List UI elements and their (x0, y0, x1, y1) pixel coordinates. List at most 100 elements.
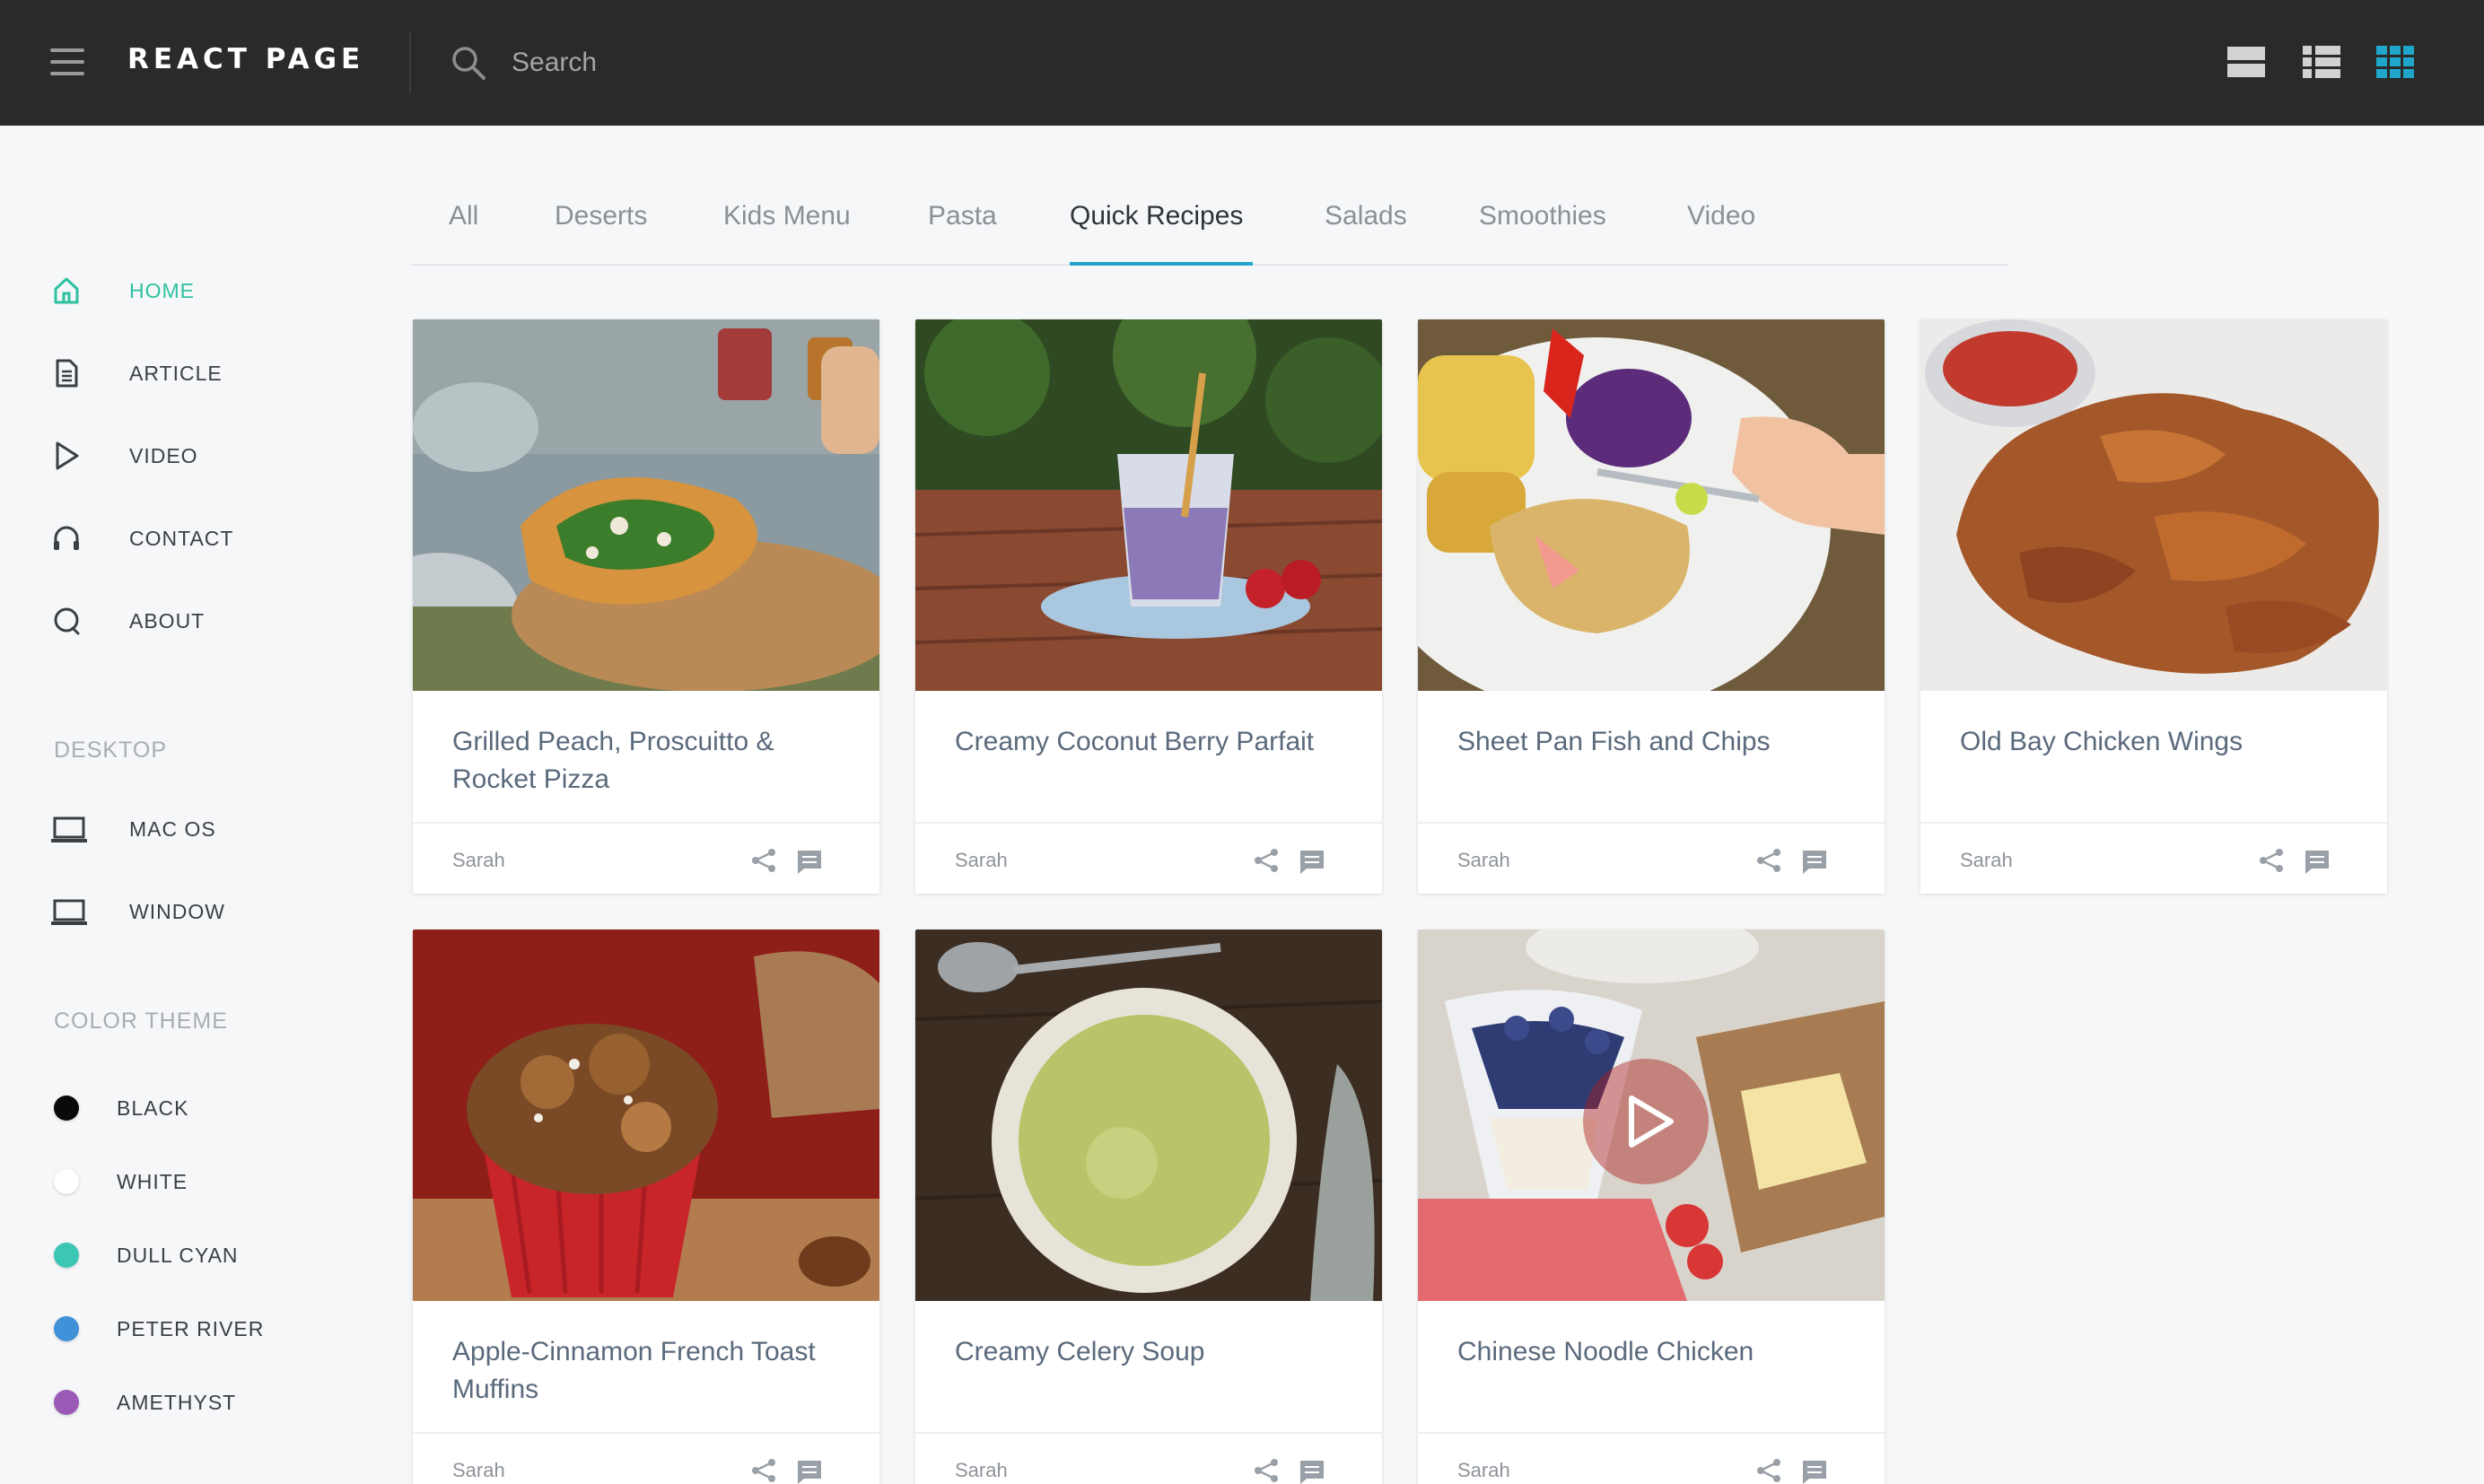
sidebar-item-label: HOME (129, 278, 195, 302)
comment-icon[interactable] (795, 847, 824, 876)
sidebar-item-label: VIDEO (129, 443, 198, 467)
recipe-image (413, 319, 879, 691)
card-divider (1418, 1432, 1885, 1434)
theme-option-black[interactable]: BLACK (54, 1086, 359, 1130)
recipe-title: Creamy Celery Soup (955, 1337, 1205, 1366)
recipe-title: Sheet Pan Fish and Chips (1457, 727, 1771, 756)
sidebar-heading-desktop: DESKTOP (54, 738, 168, 763)
sidebar-item-label: ABOUT (129, 608, 206, 633)
card-divider (1418, 822, 1885, 824)
comment-icon[interactable] (1298, 847, 1326, 876)
tab-all[interactable]: All (449, 201, 478, 231)
recipe-image (1920, 319, 2387, 691)
recipe-image (1418, 319, 1885, 691)
theme-option-label: AMETHYST (117, 1390, 237, 1414)
tab-smoothies[interactable]: Smoothies (1479, 201, 1606, 231)
sidebar-heading-color-theme: COLOR THEME (54, 1008, 228, 1034)
active-tab-indicator (1070, 262, 1253, 266)
sidebar-item-mac-os[interactable]: MAC OS (50, 802, 355, 856)
search-input[interactable] (512, 39, 1050, 86)
video-play-overlay[interactable] (1583, 1059, 1709, 1184)
card-view-icon[interactable] (2227, 45, 2265, 79)
theme-option-label: WHITE (117, 1169, 188, 1193)
color-swatch (54, 1096, 79, 1121)
sidebar-item-label: CONTACT (129, 526, 234, 550)
comment-icon[interactable] (1298, 1457, 1326, 1484)
tab-pasta[interactable]: Pasta (928, 201, 997, 231)
color-swatch (54, 1316, 79, 1341)
laptop-icon (51, 899, 87, 925)
recipe-title: Grilled Peach, Proscuitto & Rocket Pizza (452, 727, 774, 794)
recipe-author: Sarah (1457, 1459, 1510, 1481)
color-swatch (54, 1390, 79, 1415)
recipe-card[interactable]: Grilled Peach, Proscuitto & Rocket Pizza… (413, 319, 879, 894)
tab-kids-menu[interactable]: Kids Menu (723, 201, 851, 231)
tab-deserts[interactable]: Deserts (555, 201, 647, 231)
recipe-title: Creamy Coconut Berry Parfait (955, 727, 1315, 756)
chat-bubble-icon (54, 607, 80, 635)
recipe-card[interactable]: Apple-Cinnamon French Toast Muffins Sara… (413, 930, 879, 1484)
recipe-author: Sarah (452, 1459, 505, 1481)
comment-icon[interactable] (795, 1457, 824, 1484)
top-app-bar: REACT PAGE (0, 0, 2484, 126)
laptop-icon (51, 816, 87, 842)
recipe-card[interactable]: Old Bay Chicken Wings Sarah (1920, 319, 2387, 894)
grid-view-icon[interactable] (2376, 45, 2414, 79)
tab-quick-recipes[interactable]: Quick Recipes (1070, 201, 1243, 231)
theme-option-label: DULL CYAN (117, 1243, 239, 1267)
recipe-author: Sarah (955, 1459, 1008, 1481)
recipe-image (915, 930, 1382, 1301)
recipe-card[interactable]: Sheet Pan Fish and Chips Sarah (1418, 319, 1885, 894)
recipe-image (915, 319, 1382, 691)
recipe-title: Apple-Cinnamon French Toast Muffins (452, 1337, 816, 1404)
sidebar-item-article[interactable]: ARTICLE (50, 346, 355, 400)
category-tabs: All Deserts Kids Menu Pasta Quick Recipe… (411, 179, 2008, 266)
tab-salads[interactable]: Salads (1325, 201, 1407, 231)
card-divider (413, 1432, 879, 1434)
sidebar-item-home[interactable]: HOME (50, 264, 355, 318)
recipe-author: Sarah (1960, 849, 2013, 871)
recipe-author: Sarah (452, 849, 505, 871)
comment-icon[interactable] (1800, 1457, 1829, 1484)
recipe-card[interactable]: Creamy Coconut Berry Parfait Sarah (915, 319, 1382, 894)
headphones-icon (54, 526, 79, 550)
search-icon (452, 47, 485, 80)
share-icon[interactable] (748, 845, 779, 876)
card-divider (1920, 822, 2387, 824)
topbar-divider (409, 32, 411, 93)
card-divider (413, 822, 879, 824)
share-icon[interactable] (1251, 1455, 1281, 1484)
recipe-image (413, 930, 879, 1301)
card-divider (915, 822, 1382, 824)
comment-icon[interactable] (1800, 847, 1829, 876)
share-icon[interactable] (1754, 845, 1784, 876)
theme-option-peter-river[interactable]: PETER RIVER (54, 1306, 359, 1351)
menu-icon[interactable] (50, 48, 84, 75)
recipe-card[interactable]: Creamy Celery Soup Sarah (915, 930, 1382, 1484)
share-icon[interactable] (1251, 845, 1281, 876)
sidebar-item-window[interactable]: WINDOW (50, 885, 355, 938)
tab-video[interactable]: Video (1687, 201, 1755, 231)
share-icon[interactable] (1754, 1455, 1784, 1484)
theme-option-label: BLACK (117, 1096, 189, 1120)
app-title: REACT PAGE (127, 43, 365, 75)
sidebar-item-about[interactable]: ABOUT (50, 594, 355, 648)
theme-option-dull-cyan[interactable]: DULL CYAN (54, 1233, 359, 1278)
document-icon (56, 359, 78, 388)
play-icon (56, 441, 79, 470)
home-icon (54, 277, 79, 304)
color-swatch (54, 1243, 79, 1268)
list-view-icon[interactable] (2303, 45, 2340, 79)
sidebar-item-contact[interactable]: CONTACT (50, 511, 355, 565)
recipe-author: Sarah (1457, 849, 1510, 871)
sidebar-item-label: ARTICLE (129, 361, 223, 385)
theme-option-amethyst[interactable]: AMETHYST (54, 1380, 359, 1425)
sidebar-item-video[interactable]: VIDEO (50, 429, 355, 483)
share-icon[interactable] (2256, 845, 2287, 876)
card-divider (915, 1432, 1382, 1434)
comment-icon[interactable] (2303, 847, 2331, 876)
sidebar-item-label: WINDOW (129, 899, 225, 923)
theme-option-white[interactable]: WHITE (54, 1159, 359, 1204)
recipe-card[interactable]: Chinese Noodle Chicken Sarah (1418, 930, 1885, 1484)
share-icon[interactable] (748, 1455, 779, 1484)
